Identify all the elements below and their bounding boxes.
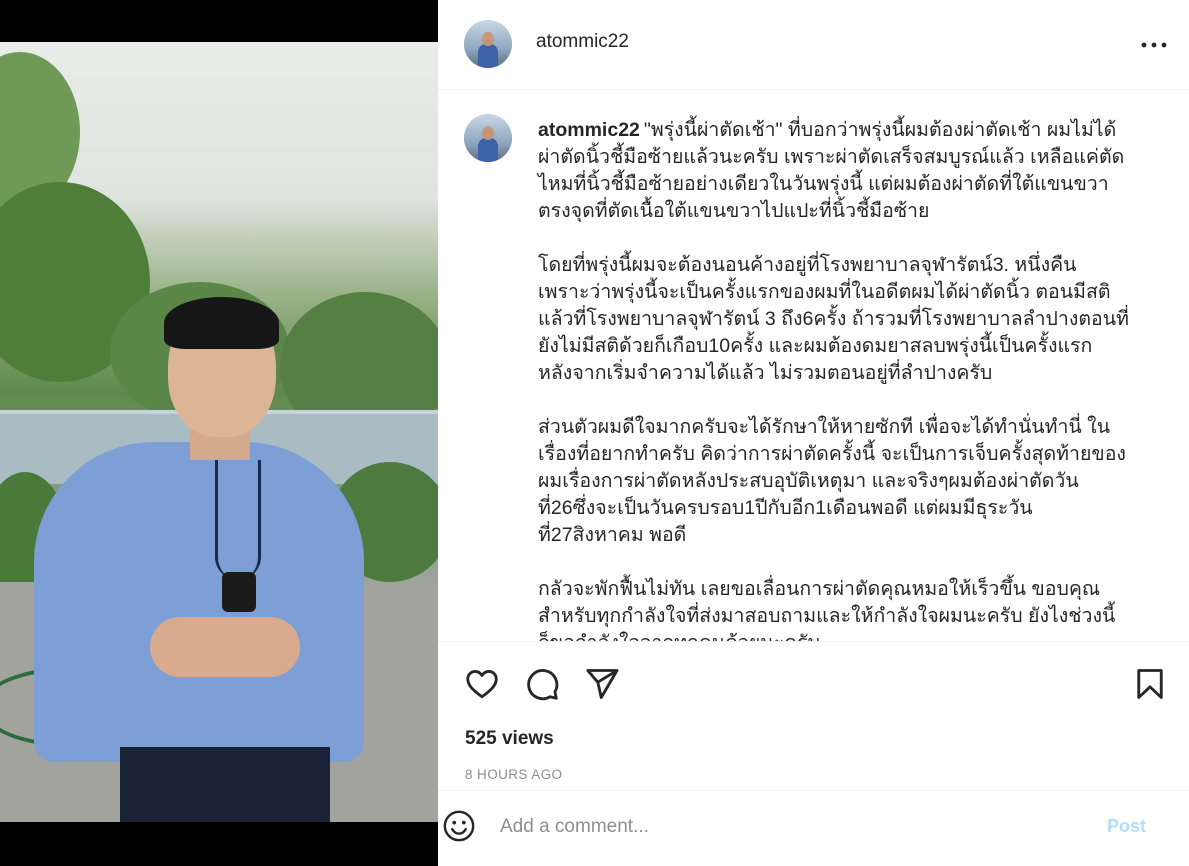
caption-line: ก็ขอกำลังใจจากทุกคนด้วยนะครับ	[538, 630, 1153, 641]
post-header: atommic22	[438, 0, 1189, 90]
caption-line: ที่26ซึ่งจะเป็นวันครบรอบ1ปีกับอีก1เดือนพ…	[538, 497, 1033, 519]
caption-paragraph: ส่วนตัวผมดีใจมากครับจะได้รักษาให้หายซักท…	[538, 414, 1153, 549]
post-panel: atommic22 atommic22 "พรุ่งนี้ผ่าตัดเช้า" …	[438, 0, 1189, 866]
caption-line: atommic22 "พรุ่งนี้ผ่าตัดเช้า" ที่บอกว่าพ…	[538, 119, 1117, 141]
person-hand	[150, 617, 300, 677]
comment-bar: Post	[438, 790, 1189, 866]
post-timestamp[interactable]: 8 HOURS AGO	[465, 767, 562, 782]
caption-line: สำหรับทุกกำลังใจที่ส่งมาสอบถามและให้กำลั…	[538, 605, 1116, 627]
smiley-icon[interactable]	[442, 809, 476, 843]
caption-line: กลัวจะพักฟื้นไม่ทัน เลยขอเลื่อนการผ่าตัด…	[538, 578, 1100, 600]
caption-line: โดยที่พรุ่งนี้ผมจะต้องนอนค้างอยู่ที่โรงพ…	[538, 254, 1077, 276]
views-count[interactable]: 525 views	[465, 728, 554, 750]
person-pants	[120, 747, 330, 822]
lanyard	[215, 460, 261, 580]
caption-paragraph: กลัวจะพักฟื้นไม่ทัน เลยขอเลื่อนการผ่าตัด…	[538, 576, 1153, 641]
caption-area: atommic22 "พรุ่งนี้ผ่าตัดเช้า" ที่บอกว่าพ…	[438, 91, 1189, 641]
caption-line: ไหมที่นิ้วชี้มือซ้ายอย่างเดียวในวันพรุ่ง…	[538, 173, 1109, 195]
post-comment-button[interactable]: Post	[1107, 816, 1146, 837]
bookmark-icon[interactable]	[1132, 666, 1168, 702]
header-username[interactable]: atommic22	[536, 31, 629, 53]
caption-line: ที่27สิงหาคม พอดี	[538, 524, 687, 546]
caption-paragraph: โดยที่พรุ่งนี้ผมจะต้องนอนค้างอยู่ที่โรงพ…	[538, 252, 1153, 387]
caption-line: ยังไม่มีสติด้วยก็เกือบ10ครั้ง และผมต้องด…	[538, 335, 1093, 357]
person-shirt	[34, 442, 364, 762]
media-pane	[0, 0, 438, 866]
more-options-button[interactable]	[1139, 30, 1169, 60]
caption-line: แล้วที่โรงพยาบาลจุฬารัตน์ 3 ถึง6ครั้ง ถ้…	[538, 308, 1129, 330]
heart-icon[interactable]	[464, 666, 500, 702]
caption-line: ตรงจุดที่ตัดเนื้อใต้แขนขวาไปแปะที่นิ้วชี…	[538, 200, 930, 222]
caption-avatar[interactable]	[464, 114, 512, 162]
comment-input[interactable]	[500, 811, 1080, 843]
caption-paragraph: atommic22 "พรุ่งนี้ผ่าตัดเช้า" ที่บอกว่าพ…	[538, 117, 1153, 225]
caption-line: ผ่าตัดนิ้วชี้มือซ้ายแล้วนะครับ เพราะผ่าต…	[538, 146, 1125, 168]
caption-line: ส่วนตัวผมดีใจมากครับจะได้รักษาให้หายซักท…	[538, 416, 1111, 438]
caption-line: เรื่องที่อยากทำครับ คิดว่าการผ่าตัดครั้ง…	[538, 443, 1126, 465]
badge	[222, 572, 256, 612]
comment-bubble-icon[interactable]	[524, 666, 560, 702]
post-video[interactable]	[0, 42, 438, 822]
caption-username[interactable]: atommic22	[538, 119, 640, 141]
avatar[interactable]	[464, 20, 512, 68]
more-horizontal-icon	[1141, 42, 1167, 48]
caption-line: หลังจากเริ่มจำความได้แล้ว ไม่รวมตอนอยู่ท…	[538, 362, 993, 384]
caption-text: atommic22 "พรุ่งนี้ผ่าตัดเช้า" ที่บอกว่าพ…	[538, 117, 1153, 641]
person-hair	[164, 297, 279, 349]
caption-line: ผมเรื่องการผ่าตัดหลังประสบอุบัติเหตุมา แ…	[538, 470, 1079, 492]
paper-plane-icon[interactable]	[584, 666, 620, 702]
caption-line: เพราะว่าพรุ่งนี้จะเป็นครั้งแรกของผมที่ใน…	[538, 281, 1111, 303]
